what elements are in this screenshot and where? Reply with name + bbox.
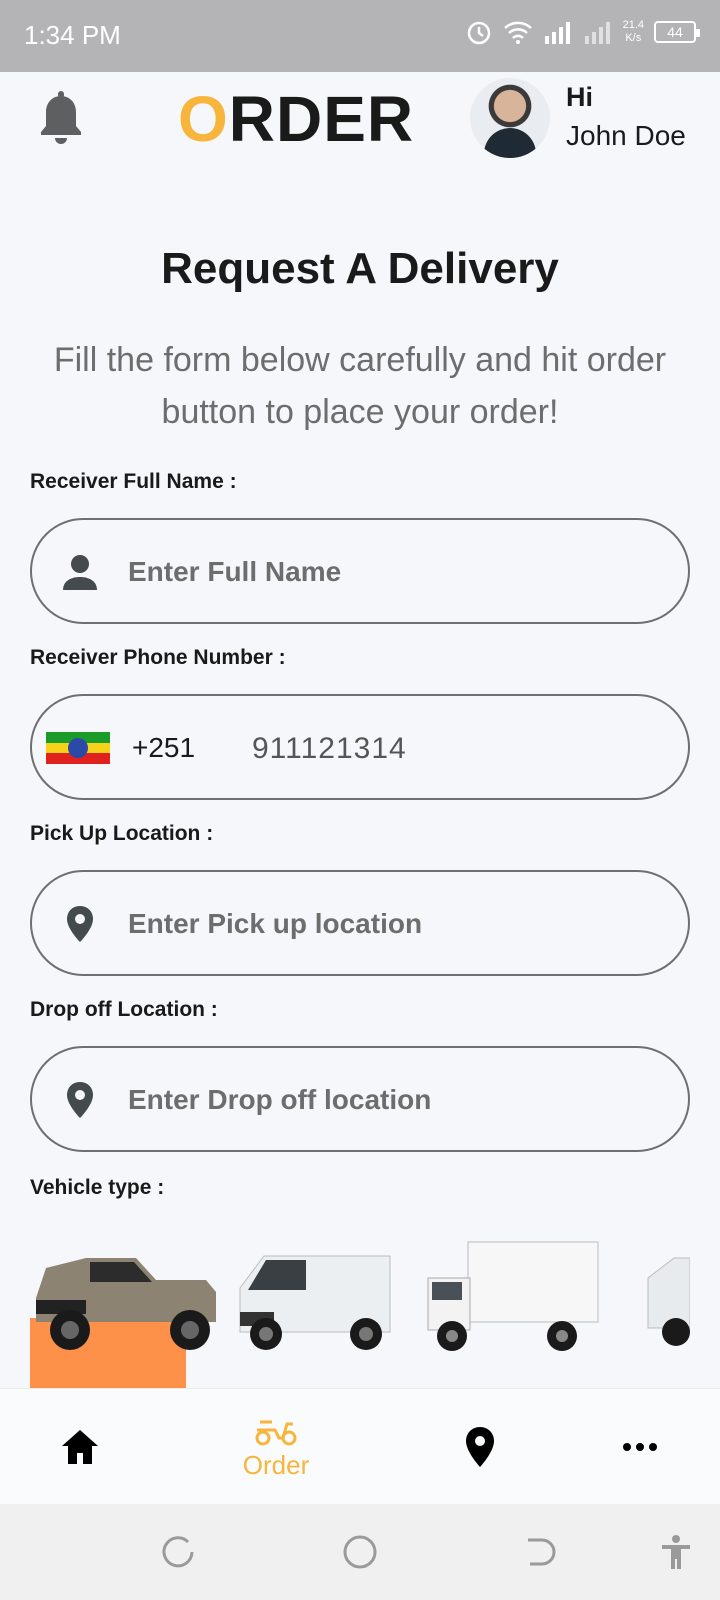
back-icon[interactable] [522, 1534, 558, 1570]
pickup-placeholder: Enter Pick up location [128, 908, 423, 939]
home-icon [62, 1430, 98, 1464]
nav-order-label: Order [242, 1449, 310, 1480]
speed-value: 21.4 [622, 19, 644, 31]
page-title: Request A Delivery [161, 244, 559, 293]
system-nav-bar [0, 1504, 720, 1600]
battery-icon: 44 [654, 21, 700, 43]
location-pin-icon [67, 906, 93, 942]
vehicle-box-truck[interactable] [422, 1238, 618, 1388]
app-logo: ORDER [178, 82, 414, 156]
notification-bell-icon[interactable] [38, 90, 84, 150]
signal-icon [544, 22, 570, 44]
dropoff-location-field[interactable]: Enter Drop off location [30, 1046, 690, 1152]
ethiopia-flag-icon[interactable] [46, 732, 110, 764]
accessibility-icon[interactable] [658, 1534, 694, 1570]
user-name: John Doe [566, 120, 686, 151]
location-pin-icon [466, 1427, 494, 1467]
phone-number-value[interactable]: 911121314 [252, 732, 407, 766]
page-subtitle: Fill the form below carefully and hit or… [53, 341, 667, 431]
receiver-phone-label: Receiver Phone Number : [30, 646, 286, 669]
nav-more[interactable] [560, 1389, 720, 1505]
speed-unit: K/s [625, 32, 642, 44]
alarm-icon [467, 21, 490, 45]
receiver-name-field[interactable]: Enter Full Name [30, 518, 690, 624]
vehicle-van[interactable] [226, 1238, 422, 1388]
home-button-icon[interactable] [342, 1534, 378, 1570]
person-icon [63, 555, 97, 590]
box-truck-icon [427, 1241, 599, 1351]
nav-home[interactable] [0, 1389, 160, 1505]
nav-order[interactable]: Order [196, 1389, 356, 1505]
van-icon [647, 1257, 690, 1346]
status-time: 1:34 PM [24, 20, 121, 50]
van-icon [239, 1255, 391, 1350]
dropoff-placeholder: Enter Drop off location [128, 1084, 432, 1115]
logo-accent-letter: O [178, 83, 229, 155]
status-icons: 21.4 K/s 44 [465, 18, 700, 46]
country-dial-code[interactable]: +251 [132, 732, 195, 764]
greeting: Hi [566, 82, 593, 112]
recents-icon[interactable] [162, 1534, 198, 1570]
vehicle-partial-van[interactable] [618, 1238, 690, 1388]
vehicle-type-label: Vehicle type : [30, 1176, 165, 1199]
network-speed: 21.4 K/s [623, 19, 644, 45]
logo-text: RDER [228, 83, 415, 155]
pickup-location-field[interactable]: Enter Pick up location [30, 870, 690, 976]
more-icon [623, 1443, 657, 1451]
pickup-truck-icon [36, 1258, 216, 1350]
pickup-label: Pick Up Location : [30, 822, 214, 845]
signal-icon-2 [584, 22, 610, 44]
location-pin-icon [67, 1082, 93, 1118]
status-bar: 1:34 PM 21.4 K/s 44 [0, 0, 720, 72]
avatar[interactable] [470, 78, 550, 158]
vehicle-pickup-truck[interactable] [30, 1238, 226, 1388]
scooter-icon [255, 1420, 297, 1445]
receiver-name-placeholder: Enter Full Name [128, 556, 342, 587]
receiver-phone-field[interactable]: +251 911121314 [30, 694, 690, 800]
vehicle-carousel[interactable] [30, 1238, 690, 1388]
dropoff-label: Drop off Location : [30, 998, 218, 1021]
receiver-name-label: Receiver Full Name : [30, 470, 237, 493]
app-header: ORDER Hi John Doe [0, 72, 720, 172]
bottom-nav: Order [0, 1388, 720, 1504]
wifi-icon [503, 21, 532, 44]
nav-location[interactable] [400, 1389, 560, 1505]
